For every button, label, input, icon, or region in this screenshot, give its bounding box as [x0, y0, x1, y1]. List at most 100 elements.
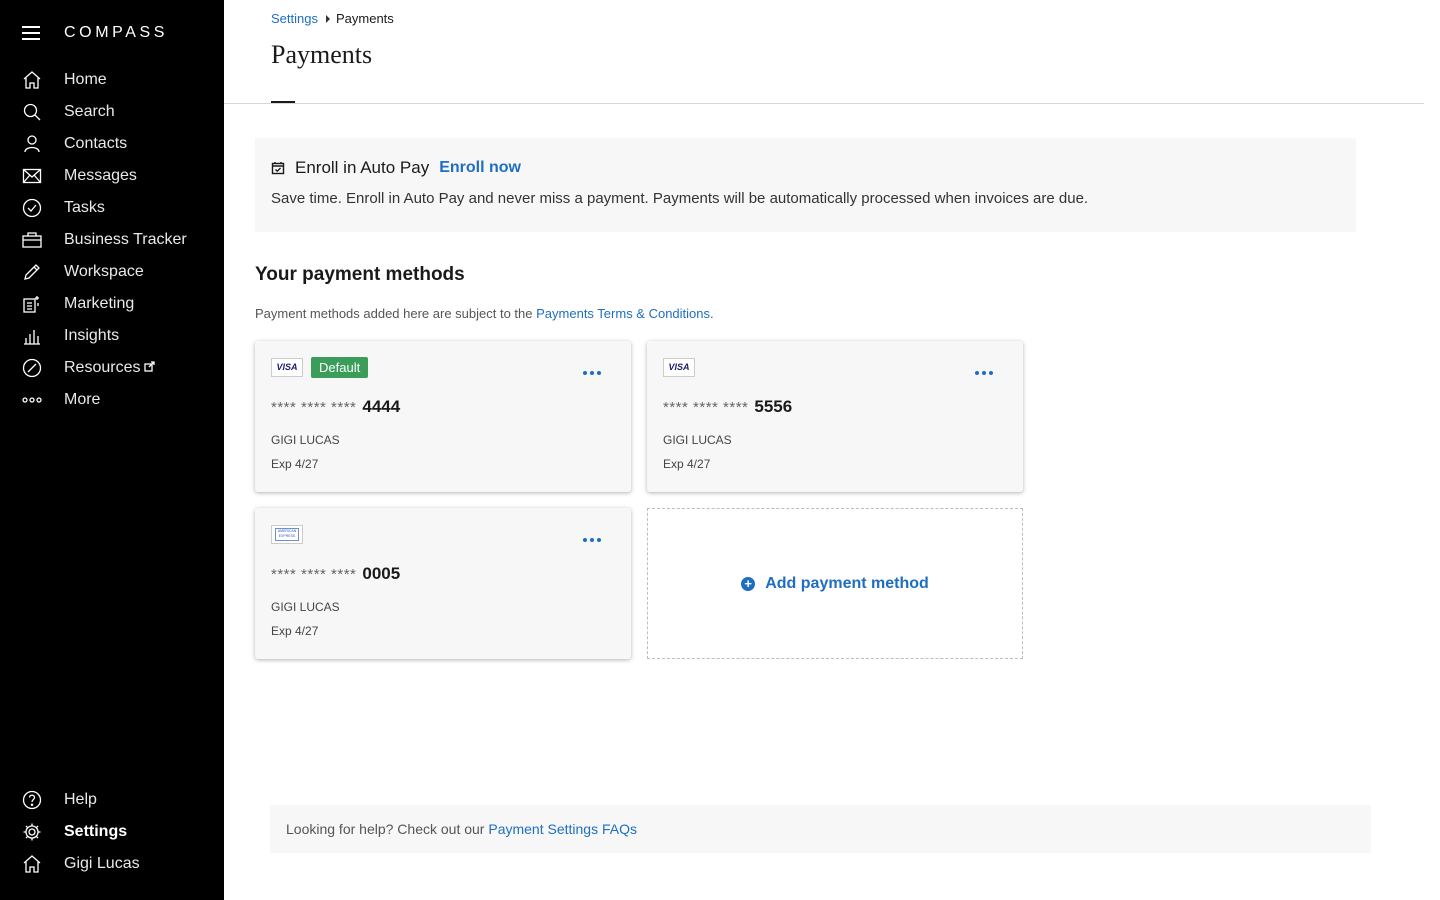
sidebar-item-help[interactable]: Help — [0, 784, 224, 816]
add-payment-method-label: Add payment method — [765, 574, 929, 592]
hamburger-menu-icon[interactable] — [22, 26, 40, 40]
plus-circle-icon: + — [741, 576, 756, 591]
briefcase-icon — [22, 230, 42, 250]
amex-logo-icon: AMERICAN EXPRESS — [271, 524, 303, 544]
sidebar-item-contacts[interactable]: Contacts — [0, 128, 224, 160]
sidebar-item-label: Marketing — [64, 295, 135, 312]
subtitle-text: Payment methods added here are subject t… — [255, 306, 537, 321]
sidebar-item-label: Resources — [64, 359, 141, 376]
card-number: **** **** **** 5556 — [663, 397, 1007, 417]
card-holder-name: GIGI LUCAS — [271, 433, 340, 447]
card-holder-name: GIGI LUCAS — [663, 433, 732, 447]
calendar-check-icon — [271, 162, 285, 175]
card-header: VISA Default — [271, 356, 615, 378]
sidebar-item-label: Tasks — [64, 199, 105, 216]
breadcrumb: Settings Payments — [271, 11, 394, 26]
breadcrumb-current: Payments — [335, 11, 394, 26]
terms-conditions-link[interactable]: Payments Terms & Conditions — [536, 306, 710, 321]
card-more-options-icon[interactable] — [583, 371, 601, 376]
sidebar-item-label: Messages — [64, 167, 137, 184]
payment-card[interactable]: VISA **** **** **** 5556 GIGI LUCAS Exp … — [647, 341, 1023, 492]
sidebar-item-label: Home — [64, 71, 107, 88]
card-header: AMERICAN EXPRESS — [271, 524, 615, 544]
gear-icon — [22, 822, 42, 842]
card-number-mask: **** **** **** — [663, 399, 749, 416]
payment-methods-subtitle: Payment methods added here are subject t… — [255, 306, 714, 321]
home-icon — [22, 70, 42, 90]
sidebar-bottom-nav: Help Settings Gigi Lucas — [0, 784, 224, 880]
autopay-description: Save time. Enroll in Auto Pay and never … — [271, 190, 1089, 207]
external-link-icon — [144, 359, 156, 377]
sidebar-item-label: Insights — [64, 327, 120, 344]
sidebar-item-label: Workspace — [64, 263, 144, 280]
payment-methods-title: Your payment methods — [255, 264, 465, 285]
visa-logo-icon: VISA — [663, 357, 695, 377]
sidebar-item-workspace[interactable]: Workspace — [0, 256, 224, 288]
card-number: **** **** **** 4444 — [271, 397, 615, 417]
card-expiry: Exp 4/27 — [271, 457, 319, 471]
check-circle-icon — [22, 198, 42, 218]
payment-card[interactable]: VISA Default **** **** **** 4444 GIGI LU… — [255, 341, 631, 492]
card-last4: 0005 — [362, 564, 401, 583]
add-payment-method-button[interactable]: + Add payment method — [647, 508, 1023, 659]
sidebar: COMPASS Home Search Contacts Messages Ta… — [0, 0, 224, 900]
home-icon — [22, 854, 42, 874]
sidebar-item-insights[interactable]: Insights — [0, 320, 224, 352]
search-icon — [22, 102, 42, 122]
sidebar-item-profile[interactable]: Gigi Lucas — [0, 848, 224, 880]
sidebar-item-label: More — [64, 391, 101, 408]
page-title: Payments — [271, 40, 373, 69]
compass-icon — [22, 358, 42, 378]
enroll-now-link[interactable]: Enroll now — [439, 159, 521, 177]
payment-card[interactable]: AMERICAN EXPRESS **** **** **** 0005 GIG… — [255, 508, 631, 659]
card-expiry: Exp 4/27 — [663, 457, 711, 471]
help-footer: Looking for help? Check out our Payment … — [270, 805, 1371, 853]
sidebar-item-label: Business Tracker — [64, 231, 187, 248]
subtitle-period: . — [710, 306, 714, 321]
sidebar-item-marketing[interactable]: Marketing — [0, 288, 224, 320]
card-more-options-icon[interactable] — [975, 371, 993, 376]
help-text: Looking for help? Check out our — [286, 821, 489, 837]
header-divider — [224, 103, 1424, 104]
mail-icon — [22, 166, 42, 186]
sidebar-item-label: Help — [64, 791, 97, 808]
more-icon — [22, 390, 42, 410]
sidebar-item-messages[interactable]: Messages — [0, 160, 224, 192]
sidebar-item-resources[interactable]: Resources — [0, 352, 224, 384]
sidebar-item-settings[interactable]: Settings — [0, 816, 224, 848]
sidebar-item-search[interactable]: Search — [0, 96, 224, 128]
sidebar-header: COMPASS — [22, 22, 168, 44]
visa-logo-icon: VISA — [271, 357, 303, 377]
sidebar-item-more[interactable]: More — [0, 384, 224, 416]
autopay-header: Enroll in Auto Pay Enroll now — [271, 158, 1340, 178]
card-holder-name: GIGI LUCAS — [271, 600, 340, 614]
sidebar-item-label: Settings — [64, 823, 128, 840]
sidebar-item-home[interactable]: Home — [0, 64, 224, 96]
sidebar-item-label: Search — [64, 103, 115, 120]
contacts-icon — [22, 134, 42, 154]
card-last4: 5556 — [754, 397, 793, 416]
sidebar-item-business-tracker[interactable]: Business Tracker — [0, 224, 224, 256]
card-header: VISA — [663, 357, 1007, 377]
card-number-mask: **** **** **** — [271, 566, 357, 583]
amex-logo-text: AMERICAN EXPRESS — [275, 527, 299, 541]
autopay-title: Enroll in Auto Pay — [295, 158, 430, 177]
sidebar-item-label: Gigi Lucas — [64, 855, 140, 872]
main-content: Settings Payments Payments Enroll in Aut… — [224, 0, 1440, 900]
default-badge: Default — [311, 356, 369, 378]
compass-logo[interactable]: COMPASS — [64, 24, 168, 42]
card-expiry: Exp 4/27 — [271, 624, 319, 638]
breadcrumb-settings-link[interactable]: Settings — [271, 11, 318, 26]
marketing-icon — [22, 294, 42, 314]
breadcrumb-chevron-icon — [325, 14, 330, 23]
card-more-options-icon[interactable] — [583, 538, 601, 543]
sidebar-item-tasks[interactable]: Tasks — [0, 192, 224, 224]
bar-chart-icon — [22, 326, 42, 346]
sidebar-nav: Home Search Contacts Messages Tasks Busi… — [0, 64, 224, 416]
card-number-mask: **** **** **** — [271, 399, 357, 416]
payment-faqs-link[interactable]: Payment Settings FAQs — [488, 821, 637, 837]
sidebar-item-label: Contacts — [64, 135, 128, 152]
card-number: **** **** **** 0005 — [271, 564, 615, 584]
help-icon — [22, 790, 42, 810]
card-last4: 4444 — [362, 397, 401, 416]
